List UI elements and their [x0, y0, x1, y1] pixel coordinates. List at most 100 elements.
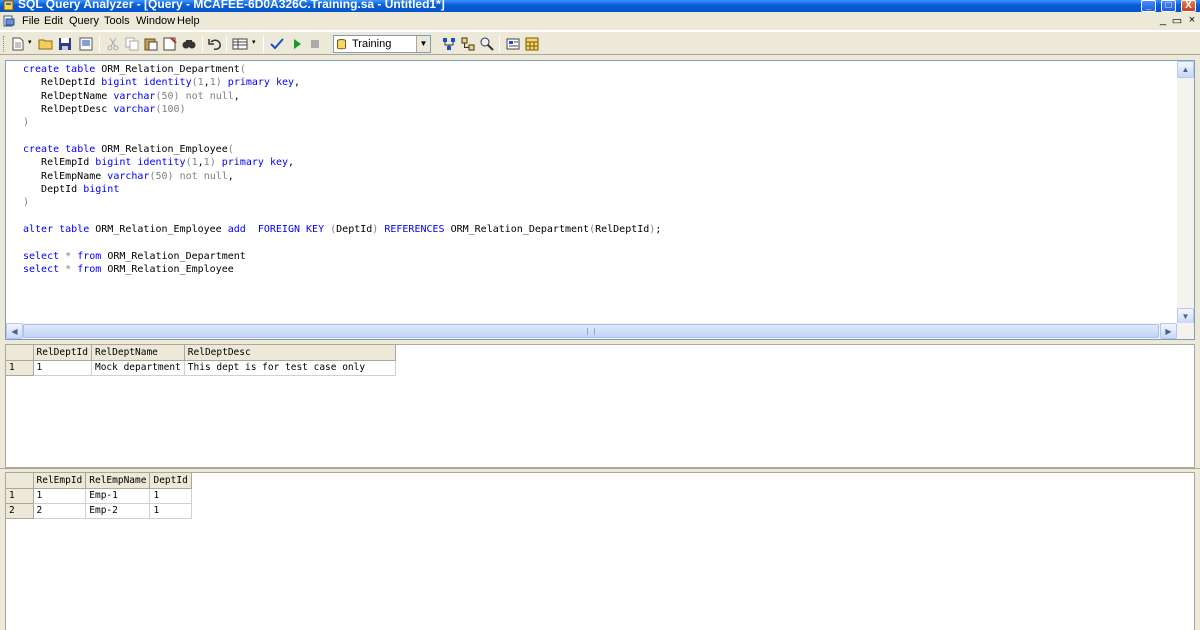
grid-cell[interactable]: 1 [33, 360, 92, 376]
query-document-icon[interactable] [3, 15, 15, 27]
scroll-left-icon[interactable]: ◀ [6, 323, 23, 339]
find-icon[interactable] [181, 36, 197, 52]
menu-window[interactable]: Window [136, 15, 175, 27]
mdi-restore-button[interactable]: ▭ [1171, 14, 1183, 27]
results-table: RelEmpId RelEmpName DeptId 1 1 Emp-1 1 2… [6, 473, 192, 519]
sql-analyzer-icon [3, 0, 14, 11]
load-script-icon[interactable] [78, 36, 94, 52]
menu-bar: File Edit Query Tools Window Help _ ▭ × [0, 12, 1200, 31]
toolbar-separator [226, 36, 227, 52]
table-row[interactable]: 1 1 Mock department This dept is for tes… [6, 360, 396, 376]
object-browser-icon[interactable] [460, 36, 476, 52]
open-icon[interactable] [38, 36, 54, 52]
code-line[interactable]: RelDeptDesc varchar(100) [23, 103, 661, 116]
table-row[interactable]: 1 1 Emp-1 1 [6, 488, 192, 504]
sql-code[interactable]: create table ORM_Relation_Department( Re… [23, 63, 661, 277]
results-pane-icon[interactable] [524, 36, 540, 52]
menu-help[interactable]: Help [177, 15, 200, 27]
results-grid-2[interactable]: RelEmpId RelEmpName DeptId 1 1 Emp-1 1 2… [5, 472, 1195, 630]
new-query-dropdown-icon[interactable]: ▾ [28, 38, 32, 46]
code-line[interactable]: RelDeptId bigint identity(1,1) primary k… [23, 76, 661, 89]
save-icon[interactable] [57, 36, 73, 52]
editor-horizontal-scrollbar[interactable]: ◀ ▶ [6, 323, 1194, 339]
row-number[interactable]: 1 [6, 360, 34, 376]
grid-cell[interactable]: Mock department [91, 360, 185, 376]
column-header[interactable]: RelEmpId [33, 473, 87, 489]
grid-cell[interactable]: This dept is for test case only [184, 360, 396, 376]
results-mode-dropdown-icon[interactable]: ▾ [252, 38, 256, 46]
row-number[interactable]: 2 [6, 503, 34, 519]
code-line[interactable]: select * from ORM_Relation_Employee [23, 263, 661, 276]
sql-editor[interactable]: create table ORM_Relation_Department( Re… [5, 60, 1195, 340]
grid-cell[interactable]: Emp-2 [85, 503, 151, 519]
code-line[interactable]: RelEmpId bigint identity(1,1) primary ke… [23, 156, 661, 169]
results-table: RelDeptId RelDeptName RelDeptDesc 1 1 Mo… [6, 345, 396, 376]
clear-window-icon[interactable] [162, 36, 178, 52]
editor-gutter [6, 61, 20, 325]
column-header[interactable]: RelEmpName [85, 473, 151, 489]
database-icon [337, 39, 346, 50]
copy-icon[interactable] [124, 36, 140, 52]
code-line[interactable]: alter table ORM_Relation_Employee add FO… [23, 223, 661, 236]
grid-cell[interactable]: 2 [33, 503, 87, 519]
mdi-close-button[interactable]: × [1186, 14, 1198, 26]
scroll-up-icon[interactable]: ▲ [1177, 61, 1194, 78]
database-select-value: Training [352, 38, 392, 50]
execute-icon[interactable] [289, 36, 305, 52]
mdi-minimize-button[interactable]: _ [1157, 14, 1169, 26]
current-connection-properties-icon[interactable] [505, 36, 521, 52]
show-execution-plan-icon[interactable] [441, 36, 457, 52]
code-line[interactable]: create table ORM_Relation_Department( [23, 63, 661, 76]
toolbar-separator [499, 36, 500, 52]
cut-icon[interactable] [105, 36, 121, 52]
new-query-icon[interactable] [10, 36, 26, 52]
code-line[interactable]: RelDeptName varchar(50) not null, [23, 90, 661, 103]
toolbar-grip[interactable] [3, 36, 6, 52]
results-grid-1[interactable]: RelDeptId RelDeptName RelDeptDesc 1 1 Mo… [5, 344, 1195, 468]
column-header[interactable]: RelDeptId [33, 345, 92, 361]
toolbar: ▾ ▾ Training ▼ [0, 31, 1200, 55]
code-line[interactable]: select * from ORM_Relation_Department [23, 250, 661, 263]
menu-query[interactable]: Query [69, 15, 99, 27]
database-select[interactable]: Training ▼ [333, 35, 431, 53]
chevron-down-icon[interactable]: ▼ [416, 36, 430, 52]
row-number[interactable]: 1 [6, 488, 34, 504]
maximize-button[interactable]: □ [1161, 0, 1176, 12]
column-header[interactable]: RelDeptDesc [184, 345, 396, 361]
toolbar-separator [263, 36, 264, 52]
column-header[interactable]: RelDeptName [91, 345, 185, 361]
code-line[interactable]: RelEmpName varchar(50) not null, [23, 170, 661, 183]
table-row[interactable]: 2 2 Emp-2 1 [6, 503, 192, 519]
parse-icon[interactable] [269, 36, 285, 52]
toolbar-separator [99, 36, 100, 52]
close-button[interactable]: X [1181, 0, 1196, 12]
results-mode-icon[interactable] [232, 36, 248, 52]
code-line[interactable]: ) [23, 196, 661, 209]
cancel-execution-icon[interactable] [307, 36, 323, 52]
menu-edit[interactable]: Edit [44, 15, 63, 27]
minimize-button[interactable]: _ [1141, 0, 1156, 12]
paste-icon[interactable] [143, 36, 159, 52]
object-search-icon[interactable] [479, 36, 495, 52]
grid-cell[interactable]: 1 [149, 488, 192, 504]
menu-file[interactable]: File [22, 15, 40, 27]
menu-tools[interactable]: Tools [104, 15, 130, 27]
code-line[interactable]: create table ORM_Relation_Employee( [23, 143, 661, 156]
code-line[interactable]: ) [23, 116, 661, 129]
code-line[interactable]: DeptId bigint [23, 183, 661, 196]
code-line[interactable] [23, 236, 661, 249]
grid-corner[interactable] [6, 473, 34, 489]
scroll-thumb-grip [587, 328, 595, 335]
scroll-right-icon[interactable]: ▶ [1160, 323, 1177, 339]
horizontal-scroll-thumb[interactable] [23, 324, 1159, 338]
undo-icon[interactable] [207, 36, 223, 52]
editor-vertical-scrollbar[interactable]: ▲ ▼ [1177, 61, 1194, 325]
column-header[interactable]: DeptId [149, 473, 192, 489]
grid-cell[interactable]: Emp-1 [85, 488, 151, 504]
grid-corner[interactable] [6, 345, 34, 361]
code-line[interactable] [23, 130, 661, 143]
code-line[interactable] [23, 210, 661, 223]
grid-cell[interactable]: 1 [149, 503, 192, 519]
title-bar: SQL Query Analyzer - [Query - MCAFEE-6D0… [0, 0, 1200, 12]
grid-cell[interactable]: 1 [33, 488, 87, 504]
